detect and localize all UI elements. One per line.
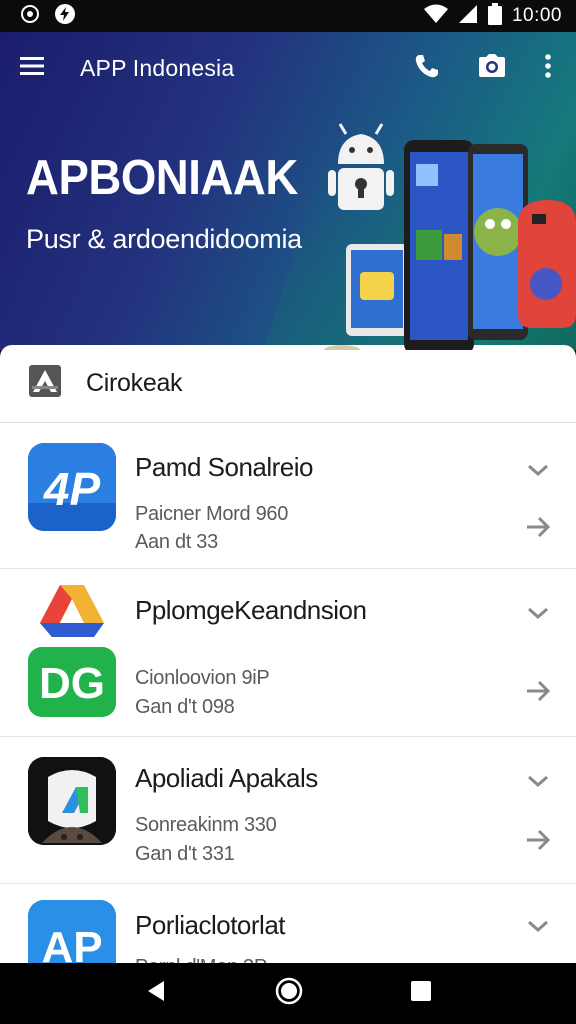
- chevron-down-icon[interactable]: [526, 458, 550, 482]
- home-icon[interactable]: [275, 977, 303, 1010]
- section-title: Cirokeak: [86, 369, 183, 397]
- app-meta-line-1: Sonreakinm 330: [135, 814, 277, 836]
- app-meta-line-2: Gan d't 098: [135, 696, 235, 718]
- store-icon: [28, 364, 62, 403]
- wifi-icon: [423, 4, 448, 29]
- app-icon: AP: [28, 900, 116, 965]
- drive-icon: [40, 585, 104, 637]
- signal-icon: [458, 4, 478, 29]
- chevron-down-icon[interactable]: [526, 601, 550, 625]
- app-list-card: Cirokeak 4P Pamd Sonalreio Paicner Mord …: [0, 345, 576, 965]
- system-nav-bar: [0, 963, 576, 1024]
- app-list-item[interactable]: 4P Pamd Sonalreio Paicner Mord 960 Aan d…: [0, 424, 576, 569]
- app-name: Apoliadi Apakals: [135, 763, 318, 793]
- app-title: APP Indonesia: [80, 54, 235, 81]
- app-icon: [28, 757, 116, 845]
- app-icon-text: DG: [39, 659, 105, 708]
- camera-icon[interactable]: [478, 53, 506, 84]
- app-bar: APP Indonesia: [0, 32, 576, 104]
- app-icon: 4P: [28, 443, 116, 531]
- app-icon: DG: [28, 647, 116, 717]
- sync-icon: [20, 4, 40, 29]
- app-name: PplomgeKeandnsion: [135, 595, 367, 625]
- battery-icon: [487, 2, 502, 30]
- phone-icon[interactable]: [414, 53, 440, 84]
- app-list-item[interactable]: Apoliadi Apakals Sonreakinm 330 Gan d't …: [0, 737, 576, 884]
- clock-time: 10:00: [511, 5, 562, 26]
- app-icon-text: AP: [41, 923, 102, 965]
- app-meta-line-2: Aan dt 33: [135, 531, 218, 553]
- arrow-right-icon[interactable]: [524, 826, 552, 854]
- chevron-down-icon[interactable]: [526, 769, 550, 793]
- hero-subheadline: Pusr & ardoendidoomia: [26, 224, 302, 254]
- app-list-item[interactable]: AP Porliaclotorlat Parnl d'Mon 3P: [0, 884, 576, 965]
- hero-banner: APP Indonesia APBONIAAK Pusr & ardoendid…: [0, 32, 576, 350]
- menu-icon[interactable]: [20, 56, 44, 81]
- app-meta-line-2: Gan d't 331: [135, 843, 235, 865]
- chevron-down-icon[interactable]: [526, 914, 550, 938]
- more-vert-icon[interactable]: [544, 53, 552, 84]
- app-name: Pamd Sonalreio: [135, 452, 314, 482]
- app-list-item[interactable]: DG PplomgeKeandnsion Cionloovion 9iP Gan…: [0, 569, 576, 737]
- section-header[interactable]: Cirokeak: [0, 345, 576, 423]
- hero-headline: APBONIAAK: [26, 151, 298, 205]
- android-robot-illustration: [328, 123, 394, 210]
- status-bar: 10:00: [0, 0, 576, 32]
- arrow-right-icon[interactable]: [524, 513, 552, 541]
- recents-icon[interactable]: [410, 980, 432, 1007]
- app-meta-line-1: Paicner Mord 960: [135, 503, 289, 525]
- app-icon-text: 4P: [43, 463, 101, 515]
- bolt-icon: [54, 3, 76, 30]
- app-meta-line-1: Cionloovion 9iP: [135, 667, 270, 689]
- app-name: Porliaclotorlat: [135, 910, 286, 940]
- hero-illustration: [324, 123, 576, 350]
- back-icon[interactable]: [144, 979, 168, 1008]
- arrow-right-icon[interactable]: [524, 677, 552, 705]
